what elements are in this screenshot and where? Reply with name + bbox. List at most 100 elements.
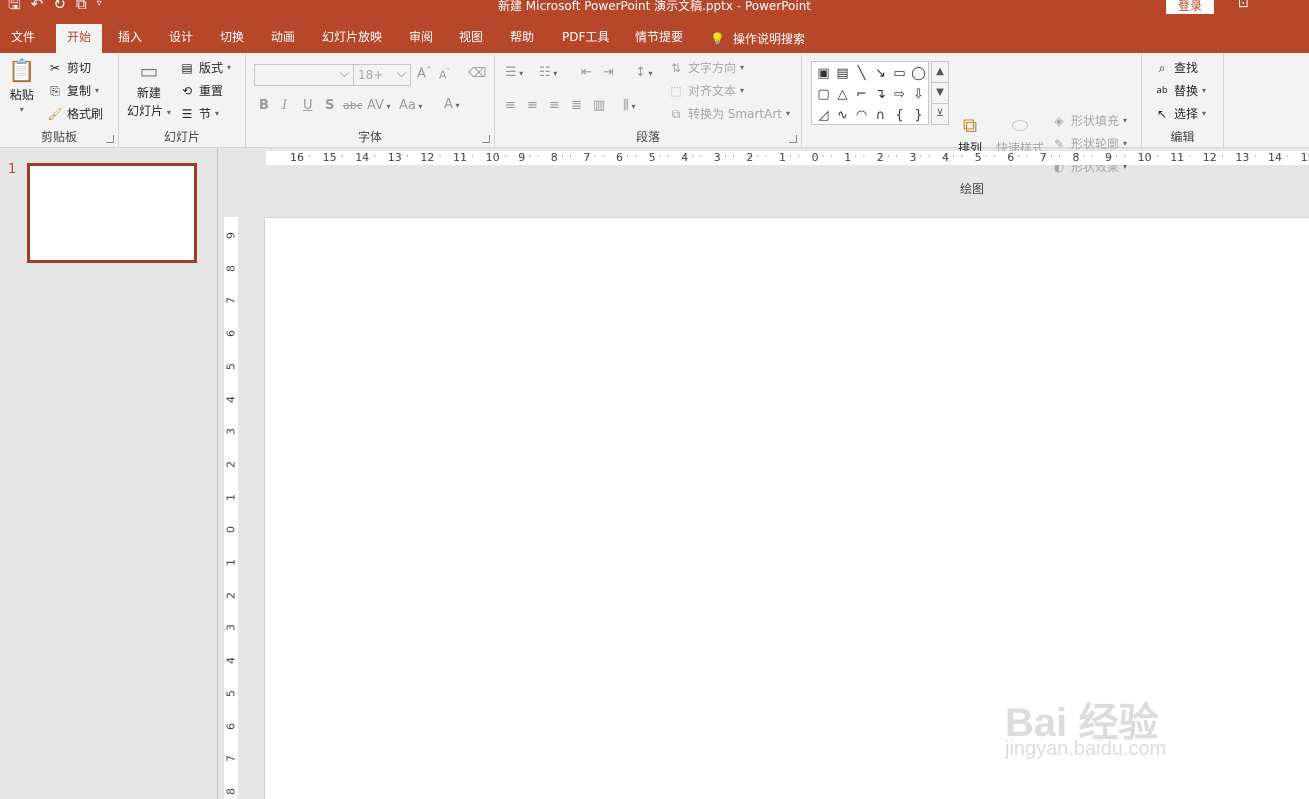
tab-pdf[interactable]: PDF工具: [551, 24, 620, 53]
dialog-launcher-icon[interactable]: [106, 135, 114, 143]
new-slide-button[interactable]: ▭ 新建 幻灯片 ▾: [127, 59, 171, 119]
tab-help[interactable]: 帮助: [499, 24, 545, 53]
align-left-icon[interactable]: ≡: [505, 98, 516, 113]
paste-label: 粘贴: [9, 88, 34, 102]
curve-icon[interactable]: ∩: [871, 106, 890, 127]
shape-outline-button[interactable]: ✎ 形状轮廓 ▾: [1051, 135, 1127, 152]
smartart-button[interactable]: ⧉ 转换为 SmartArt ▾: [668, 105, 790, 122]
clear-format-icon[interactable]: ⌫: [468, 66, 486, 81]
justify-icon[interactable]: ≣: [571, 98, 582, 113]
ribbon: 📋 粘贴 ▾ ✂ 剪切 ⎘ 复制 ▾ 🖌 格式刷 剪贴板 ▭ 新建 幻灯片 ▾ …: [0, 53, 1309, 196]
tab-home[interactable]: 开始: [56, 24, 103, 53]
scroll-up-icon[interactable]: ▲: [932, 62, 948, 83]
line-icon[interactable]: ╲: [852, 64, 871, 85]
slide-thumbnail[interactable]: [27, 163, 197, 263]
scribble-icon[interactable]: ∿: [833, 106, 852, 127]
section-button[interactable]: ☰ 节 ▾: [179, 105, 219, 122]
underline-button[interactable]: U: [303, 98, 313, 113]
ribbon-display-icon[interactable]: ⊡: [1238, 0, 1249, 11]
oval-icon[interactable]: ◯: [909, 64, 928, 85]
ruler-tick-mark: ·: [1147, 152, 1151, 161]
tab-view[interactable]: 视图: [448, 24, 494, 53]
tab-insert[interactable]: 插入: [107, 24, 153, 53]
distributed-icon[interactable]: ▥: [593, 98, 605, 113]
right-arrow-icon[interactable]: ⇨: [890, 85, 909, 106]
format-painter-button[interactable]: 🖌 格式刷: [47, 105, 103, 122]
bold-button[interactable]: B: [259, 98, 269, 113]
cut-button[interactable]: ✂ 剪切: [47, 59, 91, 76]
ruler-tick-mark: ·: [846, 152, 849, 161]
text-direction-button[interactable]: ⇅ 文字方向 ▾: [668, 59, 744, 76]
ruler-tick-mark: ·: [1172, 152, 1175, 161]
numbering-icon[interactable]: ☷ ▾: [539, 65, 557, 80]
ruler-tick-mark: ·: [300, 152, 303, 161]
rectangle-icon[interactable]: ▭: [890, 64, 909, 85]
login-button[interactable]: 登录: [1166, 0, 1214, 14]
arc-icon[interactable]: ◠: [852, 106, 871, 127]
char-spacing-label: AV: [367, 98, 384, 113]
right-brace-icon[interactable]: }: [909, 106, 928, 127]
elbow-connector-icon[interactable]: ⌐: [852, 85, 871, 106]
arrow-line-icon[interactable]: ↘: [871, 64, 890, 85]
triangle-icon[interactable]: △: [833, 85, 852, 106]
ruler-tick-mark: ·: [993, 152, 996, 161]
down-arrow-icon[interactable]: ⇩: [909, 85, 928, 106]
ruler-tick-mark: ·: [781, 152, 784, 161]
align-center-icon[interactable]: ≡: [527, 98, 538, 113]
line-spacing-icon[interactable]: ↕ ▾: [635, 65, 652, 80]
strikethrough-button[interactable]: abc: [343, 99, 363, 112]
shadow-button[interactable]: S: [325, 98, 334, 113]
align-right-icon[interactable]: ≡: [549, 98, 560, 113]
elbow-arrow-icon[interactable]: ↴: [871, 85, 890, 106]
left-brace-icon[interactable]: {: [890, 106, 909, 127]
ruler-tick-mark: ·: [365, 152, 369, 161]
tab-animations[interactable]: 动画: [260, 24, 306, 53]
tab-transitions[interactable]: 切换: [209, 24, 255, 53]
char-spacing-button[interactable]: AV ▾: [367, 98, 391, 113]
dialog-launcher-icon[interactable]: [482, 135, 490, 143]
tell-me-search[interactable]: 💡 操作说明搜索: [710, 24, 805, 53]
reset-button[interactable]: ⟲ 重置: [179, 82, 223, 99]
grow-font-icon[interactable]: A^: [417, 66, 432, 81]
italic-button[interactable]: I: [282, 98, 287, 113]
group-label: 剪贴板: [40, 130, 77, 144]
tab-design[interactable]: 设计: [158, 24, 204, 53]
ruler-tick-mark: ·: [1090, 152, 1094, 161]
change-case-button[interactable]: Aa ▾: [399, 98, 422, 113]
tab-slideshow[interactable]: 幻灯片放映: [311, 24, 393, 53]
layout-button[interactable]: ▤ 版式 ▾: [179, 59, 231, 76]
dialog-launcher-icon[interactable]: [789, 135, 797, 143]
shape-fill-button[interactable]: ◈ 形状填充 ▾: [1051, 112, 1127, 129]
font-name-box[interactable]: [254, 63, 354, 86]
tab-review[interactable]: 审阅: [398, 24, 444, 53]
freeform-icon[interactable]: ◿: [814, 106, 833, 127]
slides-group: ▭ 新建 幻灯片 ▾ ▤ 版式 ▾ ⟲ 重置 ☰ 节 ▾ 幻灯片: [119, 53, 246, 148]
decrease-indent-icon[interactable]: ⇤: [581, 65, 592, 80]
columns-icon[interactable]: ⫼ ▾: [623, 98, 636, 113]
align-text-button[interactable]: ⬚ 对齐文本 ▾: [668, 82, 744, 99]
paste-button[interactable]: 📋 粘贴 ▾: [8, 59, 35, 114]
gallery-more-icon[interactable]: ⊻: [932, 104, 948, 125]
textbox-icon[interactable]: ▣: [814, 64, 833, 85]
font-size-box[interactable]: 18+: [353, 63, 411, 86]
tab-storyboard[interactable]: 情节提要: [624, 24, 694, 53]
reset-icon: ⟲: [181, 83, 193, 98]
increase-indent-icon[interactable]: ⇥: [603, 65, 614, 80]
font-color-button[interactable]: A ▾: [444, 97, 459, 112]
shrink-font-icon[interactable]: Aˇ: [439, 68, 450, 82]
ruler-tick-mark: ·: [601, 152, 605, 161]
vertical-textbox-icon[interactable]: ▤: [833, 64, 852, 85]
tab-file[interactable]: 文件: [0, 24, 46, 53]
quick-styles-icon: ⬭: [1011, 113, 1029, 137]
replace-button[interactable]: ab 替换 ▾: [1154, 82, 1206, 99]
copy-button[interactable]: ⎘ 复制 ▾: [47, 82, 99, 99]
rounded-rect-icon[interactable]: ▢: [814, 85, 833, 106]
select-button[interactable]: ↖ 选择 ▾: [1154, 105, 1206, 122]
ruler-tick-label: 3: [224, 624, 238, 632]
ruler-tick-mark: ·: [658, 152, 662, 161]
find-button[interactable]: ⌕ 查找: [1154, 59, 1198, 76]
ruler-tick-mark: ·: [1245, 152, 1249, 161]
scroll-down-icon[interactable]: ▼: [932, 83, 948, 104]
bullets-icon[interactable]: ☰ ▾: [505, 65, 523, 80]
shapes-gallery[interactable]: ▣ ▤ ╲ ↘ ▭ ◯ ▢ △ ⌐ ↴ ⇨ ⇩ ◿ ∿ ◠ ∩ { }: [811, 61, 929, 125]
